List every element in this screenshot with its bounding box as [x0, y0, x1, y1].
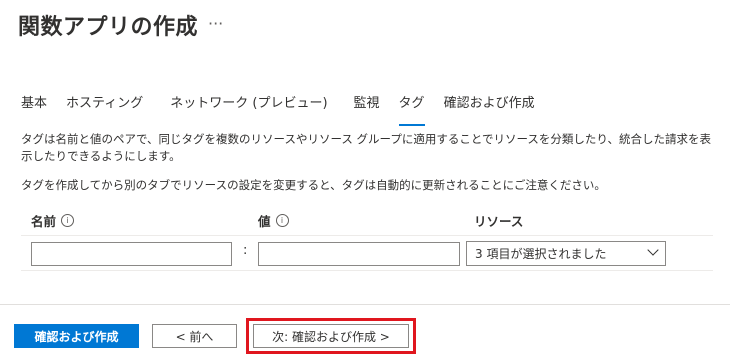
tab-bar: 基本 ホスティング ネットワーク (プレビュー) 監視 タグ 確認および作成: [21, 92, 535, 126]
more-options-icon[interactable]: ···: [208, 14, 223, 33]
highlight-box: [246, 318, 416, 354]
footer-divider: [0, 304, 730, 305]
tags-description: タグは名前と値のペアで、同じタグを複数のリソースやリソース グループに適用するこ…: [21, 132, 711, 163]
tag-name-input[interactable]: [31, 242, 232, 266]
tab-tags[interactable]: タグ: [398, 92, 425, 126]
review-create-button[interactable]: 確認および作成: [14, 324, 139, 348]
page-title: 関数アプリの作成: [18, 15, 199, 40]
tab-basics[interactable]: 基本: [21, 92, 47, 118]
name-value-separator: :: [243, 243, 248, 258]
tab-networking[interactable]: ネットワーク (プレビュー): [170, 92, 327, 118]
resource-column-header: リソース: [474, 211, 523, 230]
tag-value-input[interactable]: [258, 242, 460, 266]
previous-button[interactable]: < 前へ: [152, 324, 237, 348]
chevron-down-icon: [647, 244, 659, 256]
resource-dropdown-value: 3 項目が選択されました: [475, 247, 607, 261]
tab-hosting[interactable]: ホスティング: [66, 92, 143, 118]
name-column-header: 名前 i: [31, 211, 75, 230]
tab-monitoring[interactable]: 監視: [354, 92, 380, 118]
resource-dropdown[interactable]: 3 項目が選択されました: [466, 241, 666, 266]
value-column-header: 値 i: [258, 211, 289, 230]
tags-update-note: タグを作成してから別のタブでリソースの設定を変更すると、タグは自動的に更新される…: [21, 178, 606, 192]
info-icon[interactable]: i: [61, 214, 75, 227]
value-header-label: 値: [258, 214, 271, 229]
resource-header-label: リソース: [474, 214, 524, 229]
info-icon[interactable]: i: [275, 214, 289, 227]
table-row-divider: [21, 270, 713, 271]
tab-review-create[interactable]: 確認および作成: [444, 92, 535, 118]
name-header-label: 名前: [31, 214, 57, 229]
table-header-divider: [21, 235, 713, 236]
